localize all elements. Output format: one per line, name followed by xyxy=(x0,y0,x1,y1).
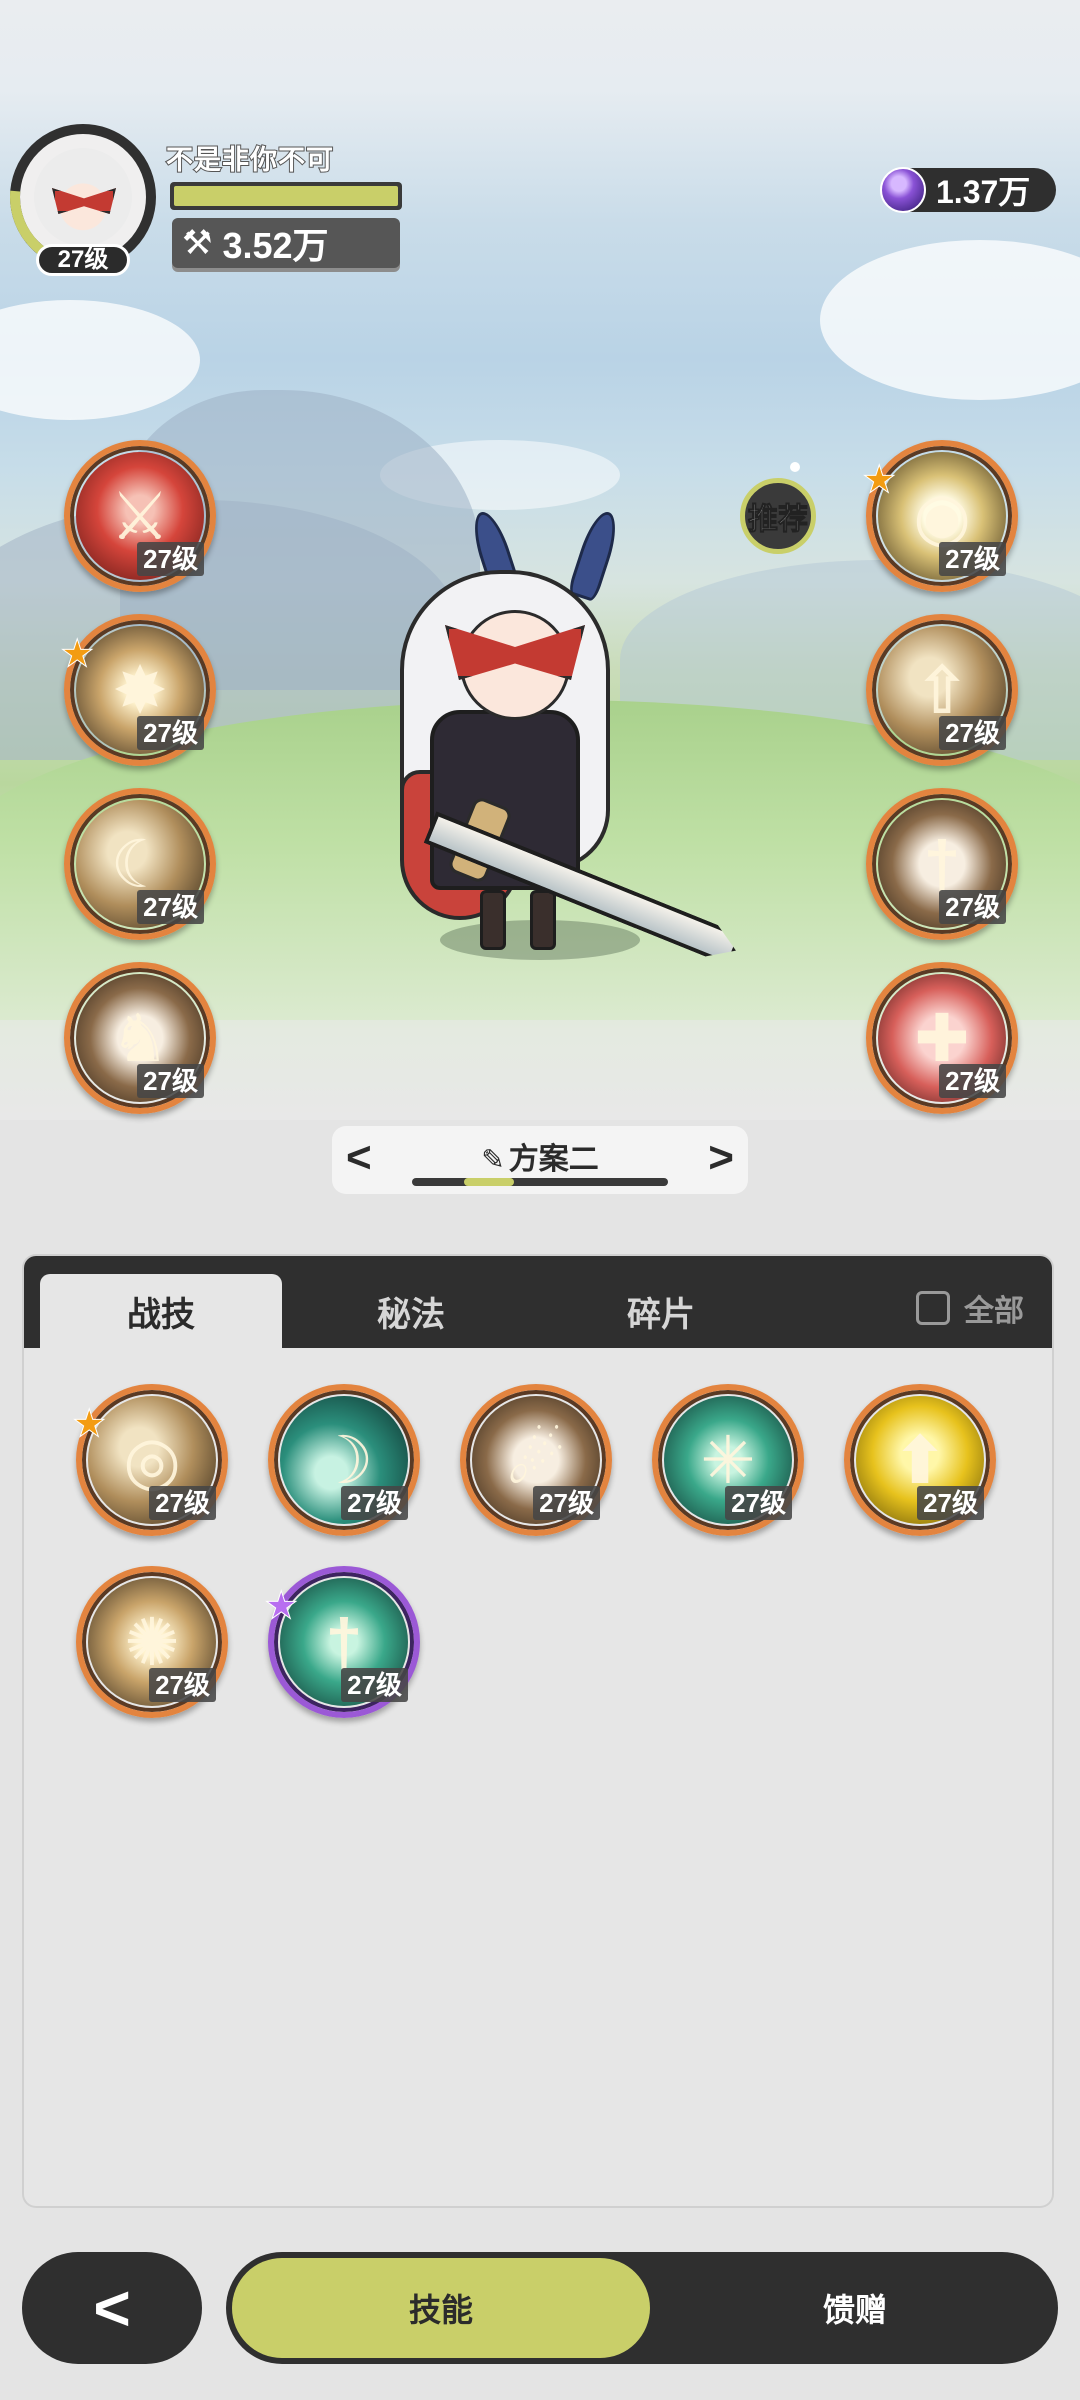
skill-wind-blade[interactable]: ☽ 27级 xyxy=(268,1384,420,1536)
skill-sword-guard[interactable]: † 27级 xyxy=(866,788,1018,940)
tab-fragments[interactable]: 碎片 xyxy=(540,1274,782,1348)
star-icon: ★ xyxy=(265,1586,298,1626)
skill-level-badge: 27级 xyxy=(725,1486,792,1520)
gift-tab-button[interactable]: 馈赠 xyxy=(646,2258,1064,2358)
skill-insight-eye[interactable]: ◉ 27级 ★ xyxy=(863,440,1018,592)
skill-level-badge: 27级 xyxy=(137,542,204,576)
skill-level-badge: 27级 xyxy=(137,716,204,750)
skill-level-badge: 27级 xyxy=(341,1486,408,1520)
back-button[interactable]: < xyxy=(22,2252,202,2364)
recommend-button[interactable]: 推荐 xyxy=(740,478,816,554)
skill-level-badge: 27级 xyxy=(137,890,204,924)
skill-level-badge: 27级 xyxy=(149,1486,216,1520)
tab-combat-skills[interactable]: 战技 xyxy=(40,1274,282,1348)
skill-whirl-slash[interactable]: ◎ 27级 ★ xyxy=(73,1384,228,1536)
next-plan-button[interactable]: > xyxy=(708,1136,734,1180)
show-all-checkbox[interactable] xyxy=(916,1291,950,1325)
currency-amount: 1.37万 xyxy=(936,174,1031,210)
exp-bar xyxy=(170,182,402,210)
skill-blood-slash[interactable]: ⚔ 27级 xyxy=(64,440,216,592)
exp-bar-fill xyxy=(174,186,398,206)
player-name: 不是非你不可 xyxy=(165,144,334,176)
show-all-filter[interactable]: 全部 xyxy=(916,1286,1024,1330)
tab-secret-arts[interactable]: 秘法 xyxy=(290,1274,532,1348)
skill-level-badge: 27级 xyxy=(137,1064,204,1098)
skill-level-badge: 27级 xyxy=(939,890,1006,924)
skill-web-trap[interactable]: ✳ 27级 xyxy=(652,1384,804,1536)
purple-gem-icon xyxy=(880,167,926,213)
skill-level-badge: 27级 xyxy=(939,542,1006,576)
plan-title[interactable]: ✎ 方案二 xyxy=(332,1134,748,1178)
currency-display[interactable]: 1.37万 xyxy=(880,167,1056,213)
skill-dark-burst[interactable]: ✸ 27级 ★ xyxy=(61,614,216,766)
skill-inventory-panel: 战技 秘法 碎片 全部 ◎ 27级 ★ ☽ 27级 ☄ 27级 ✳ 27级 ⬆ 27级 ✺ 27级 † 27… xyxy=(24,1256,1052,2206)
skill-level-badge: 27级 xyxy=(341,1668,408,1702)
skill-beast-charge[interactable]: ♞ 27级 xyxy=(64,962,216,1114)
combat-power: ⚒ 3.52万 xyxy=(172,218,400,268)
skills-tab-button[interactable]: 技能 xyxy=(232,2258,650,2358)
skill-crit-heal[interactable]: ✚ 27级 xyxy=(866,962,1018,1114)
crossed-tools-icon: ⚒ xyxy=(182,224,213,262)
skill-level-badge: 27级 xyxy=(533,1486,600,1520)
skill-attack-up[interactable]: ⇧ 27级 xyxy=(866,614,1018,766)
skill-rising-strike[interactable]: ☄ 27级 xyxy=(460,1384,612,1536)
bottom-nav: 技能 馈赠 xyxy=(226,2252,1058,2364)
combat-power-value: 3.52万 xyxy=(222,225,329,266)
show-all-label: 全部 xyxy=(964,1295,1024,1328)
plan-scroll-indicator xyxy=(412,1178,668,1186)
plan-switcher: < ✎ 方案二 > xyxy=(332,1126,748,1194)
skill-cleave[interactable]: ☾ 27级 xyxy=(64,788,216,940)
player-level-badge: 27级 xyxy=(36,244,130,276)
star-icon: ★ xyxy=(61,634,94,674)
skill-level-badge: 27级 xyxy=(939,1064,1006,1098)
skill-category-tabs: 战技 秘法 碎片 全部 xyxy=(24,1256,1052,1348)
skill-shock-burst[interactable]: ✺ 27级 xyxy=(76,1566,228,1718)
skill-golden-boost[interactable]: ⬆ 27级 xyxy=(844,1384,996,1536)
edit-pen-icon[interactable]: ✎ xyxy=(481,1144,504,1175)
skill-level-badge: 27级 xyxy=(939,716,1006,750)
skill-spirit-sword[interactable]: † 27级 ★ xyxy=(265,1566,420,1718)
star-icon: ★ xyxy=(73,1404,106,1444)
avatar xyxy=(34,148,132,246)
star-icon: ★ xyxy=(863,460,896,500)
skill-level-badge: 27级 xyxy=(149,1668,216,1702)
hero-character[interactable] xyxy=(370,507,770,970)
chevron-left-icon: < xyxy=(93,2272,131,2344)
skill-level-badge: 27级 xyxy=(917,1486,984,1520)
plan-name: 方案二 xyxy=(508,1143,599,1176)
